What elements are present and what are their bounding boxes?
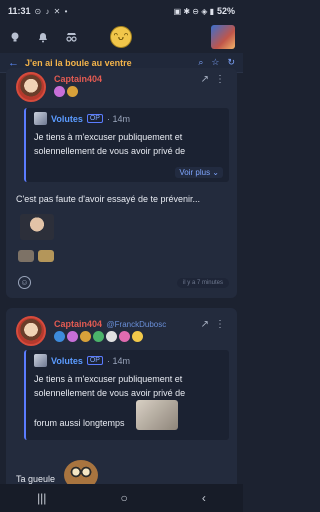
- quoted-message[interactable]: Volutes OP · 14m Je tiens à m'excuser pu…: [24, 108, 229, 182]
- post-body: Ta gueule: [16, 474, 56, 484]
- post-author[interactable]: Captain404 @FranckDubosc: [54, 319, 166, 329]
- badges: [54, 86, 78, 97]
- recent-apps-button[interactable]: |||: [37, 491, 46, 505]
- quote-avatar: [34, 112, 47, 125]
- add-reaction-icon[interactable]: ☺: [18, 276, 31, 289]
- badge-icon: [67, 331, 78, 342]
- quote-line: solennellement de vous avoir privé de: [34, 146, 186, 156]
- refresh-icon[interactable]: ↻: [227, 57, 235, 68]
- small-image[interactable]: [18, 250, 34, 262]
- badge-icon: [93, 331, 104, 342]
- star-icon[interactable]: ☆: [211, 57, 219, 68]
- notification-icons: ⊙ ♪ ✕ •: [34, 6, 69, 16]
- badge-icon: [54, 331, 65, 342]
- quote-header: Volutes OP · 14m: [34, 112, 130, 125]
- badges: [54, 331, 143, 342]
- quote-avatar: [34, 354, 47, 367]
- quote-line: Je tiens à m'excuser publiquement et: [34, 374, 183, 384]
- post-card: Captain404 @FranckDubosc ↗ ⋮ Volutes OP …: [6, 308, 237, 494]
- spy-glasses-icon[interactable]: [64, 30, 78, 44]
- topic-title: J'en ai la boule au ventre: [25, 57, 132, 68]
- post-time-ago: il y a 7 minutes: [176, 278, 229, 288]
- share-icon[interactable]: ↗: [201, 319, 209, 330]
- op-badge: OP: [86, 114, 103, 123]
- badge-icon: [67, 86, 78, 97]
- badge-icon: [54, 86, 65, 97]
- more-options-icon[interactable]: ⋮: [215, 74, 225, 85]
- bell-icon[interactable]: [36, 30, 50, 44]
- small-image[interactable]: [38, 250, 54, 262]
- share-icon[interactable]: ↗: [201, 74, 209, 85]
- avatar[interactable]: [16, 72, 46, 102]
- topic-tools: ⌕ ☆ ↻: [198, 57, 235, 68]
- author-name: Captain404: [54, 319, 103, 329]
- sticker-image: [20, 214, 54, 240]
- author-handle: @FranckDubosc: [106, 320, 167, 329]
- post-author[interactable]: Captain404: [54, 74, 102, 84]
- cat-image[interactable]: [136, 400, 178, 430]
- badge-icon: [132, 331, 143, 342]
- quoted-message[interactable]: Volutes OP · 14m Je tiens à m'excuser pu…: [24, 350, 229, 440]
- back-arrow-icon[interactable]: ←: [8, 57, 19, 69]
- quote-line: Je tiens à m'excuser publiquement et: [34, 132, 183, 142]
- quote-line: solennellement de vous avoir privé de: [34, 388, 186, 398]
- quote-author: Volutes: [51, 355, 83, 366]
- clock: 11:31: [8, 6, 31, 16]
- see-more-button[interactable]: Voir plus ⌄: [175, 167, 223, 178]
- post-body: C'est pas faute d'avoir essayé de te pré…: [16, 194, 201, 204]
- lightbulb-icon[interactable]: [8, 30, 22, 44]
- system-status-icons: ▣ ✱ ⊖ ◈ ▮: [173, 6, 214, 16]
- quote-time: · 14m: [106, 113, 130, 124]
- quote-author: Volutes: [51, 113, 83, 124]
- badge-icon: [119, 331, 130, 342]
- user-avatar[interactable]: [211, 25, 235, 49]
- author-name: Captain404: [54, 74, 103, 84]
- system-nav-bar: ||| ○ ‹: [0, 484, 243, 512]
- back-button[interactable]: ‹: [202, 491, 206, 505]
- smiley-emoji-icon[interactable]: ᵔᴗᵔ: [110, 26, 132, 48]
- system-icons: ▣ ✱ ⊖ ◈ ▮ 52%: [174, 6, 235, 16]
- battery-level: 52%: [216, 6, 235, 16]
- search-icon[interactable]: ⌕: [198, 57, 203, 68]
- quote-line: forum aussi longtemps: [34, 418, 125, 428]
- app-bar: ᵔᴗᵔ: [0, 22, 243, 52]
- more-options-icon[interactable]: ⋮: [215, 319, 225, 330]
- avatar[interactable]: [16, 316, 46, 346]
- home-button[interactable]: ○: [121, 491, 128, 505]
- quote-time: · 14m: [106, 355, 130, 366]
- post-card: Captain404 ↗ ⋮ Volutes OP · 14m Je tiens…: [6, 68, 237, 298]
- status-bar: 11:31 ⊙ ♪ ✕ • ▣ ✱ ⊖ ◈ ▮ 52%: [0, 0, 243, 22]
- op-badge: OP: [86, 356, 103, 365]
- quote-header: Volutes OP · 14m: [34, 354, 130, 367]
- badge-icon: [80, 331, 91, 342]
- badge-icon: [106, 331, 117, 342]
